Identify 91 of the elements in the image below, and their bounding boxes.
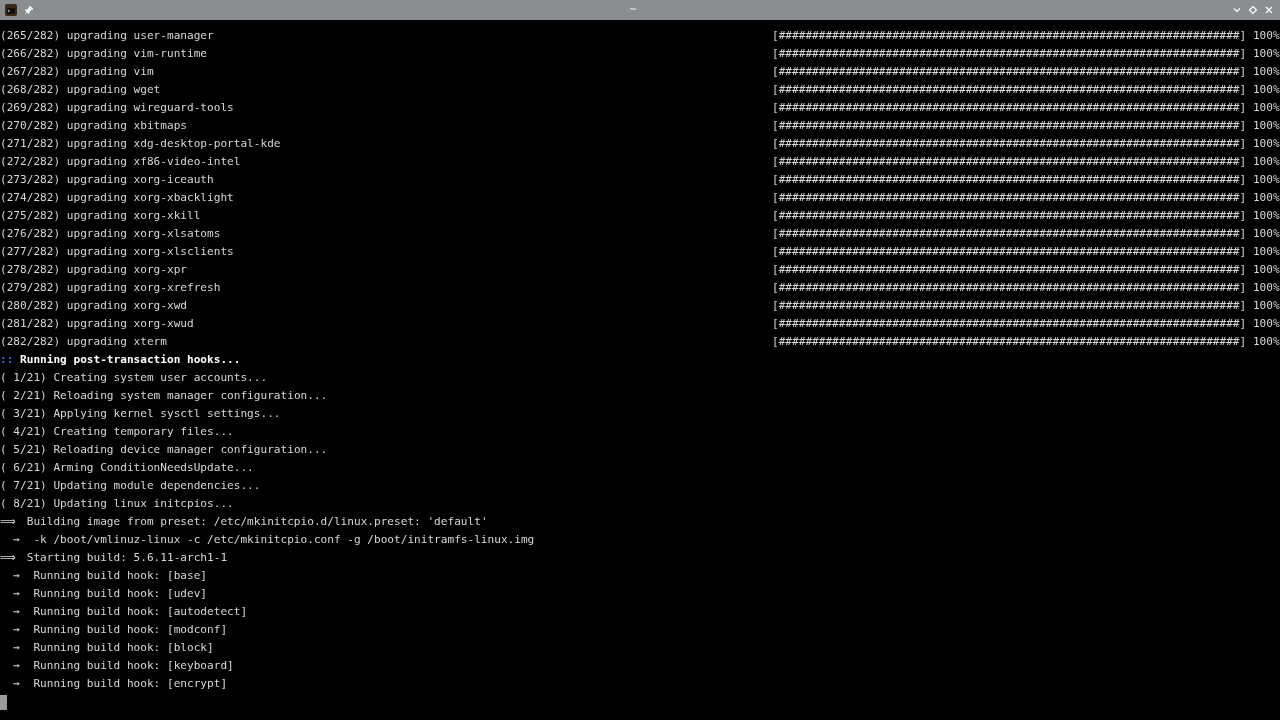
close-icon[interactable] [1264, 5, 1274, 15]
terminal-line: (267/282) upgrading vim [0, 64, 155, 80]
terminal-line: Starting build: 5.6.11-arch1-1 [26, 550, 228, 566]
progress-bar-text: [#####################################################################] [772, 154, 1247, 170]
progress-percent: 100% [1252, 172, 1280, 188]
terminal-line: ( 6/21) Arming ConditionNeedsUpdate... [0, 460, 254, 476]
terminal-line: Running build hook: [udev] [33, 586, 208, 602]
progress-bar-text: [#####################################################################] [772, 100, 1247, 116]
pin-icon[interactable] [24, 5, 34, 15]
terminal-line: (278/282) upgrading xorg-xpr [0, 262, 188, 278]
progress-percent: 100% [1252, 46, 1280, 62]
progress-bar-text: [#####################################################################] [772, 172, 1247, 188]
progress-percent: 100% [1252, 298, 1280, 314]
terminal-line: Running build hook: [modconf] [33, 622, 228, 638]
progress-percent: 100% [1252, 262, 1280, 278]
arrow-marker: → [13, 532, 22, 548]
terminal-line: Running build hook: [autodetect] [33, 604, 248, 620]
terminal-line: Building image from preset: /etc/mkinitcpio.d/linux.preset: 'default' [26, 514, 488, 530]
arrow-marker: → [13, 640, 22, 656]
terminal-line: (279/282) upgrading xorg-xrefresh [0, 280, 222, 296]
progress-bar-text: [#####################################################################] [772, 82, 1247, 98]
progress-percent: 100% [1252, 244, 1280, 260]
arrow-marker: → [13, 676, 22, 692]
progress-bar-text: [#####################################################################] [772, 280, 1247, 296]
terminal-line: Running build hook: [base] [33, 568, 208, 584]
arrow-marker: → [13, 586, 22, 602]
terminal-line: (272/282) upgrading xf86-video-intel [0, 154, 242, 170]
progress-percent: 100% [1252, 82, 1280, 98]
terminal-app-icon[interactable] [4, 3, 18, 17]
arrow-marker: ⟹ [0, 514, 17, 530]
prompt-marker: :: [0, 352, 15, 368]
progress-percent: 100% [1252, 100, 1280, 116]
diamond-icon[interactable] [1248, 5, 1258, 15]
terminal-line: (276/282) upgrading xorg-xlsatoms [0, 226, 222, 242]
terminal-line: ( 1/21) Creating system user accounts... [0, 370, 268, 386]
terminal-line: ( 5/21) Reloading device manager configuration... [0, 442, 328, 458]
progress-percent: 100% [1252, 154, 1280, 170]
progress-bar-text: [#####################################################################] [772, 28, 1247, 44]
arrow-marker: → [13, 604, 22, 620]
progress-bar-text: [#####################################################################] [772, 334, 1247, 350]
terminal-line: ( 4/21) Creating temporary files... [0, 424, 234, 440]
terminal-line: Running build hook: [keyboard] [33, 658, 234, 674]
progress-percent: 100% [1252, 64, 1280, 80]
terminal-line: Running build hook: [block] [33, 640, 214, 656]
terminal-line: (271/282) upgrading xdg-desktop-portal-kde [0, 136, 282, 152]
terminal-line: (266/282) upgrading vim-runtime [0, 46, 209, 62]
progress-percent: 100% [1252, 316, 1280, 332]
terminal-line: (270/282) upgrading xbitmaps [0, 118, 188, 134]
arrow-marker: ⟹ [0, 550, 17, 566]
terminal-line: (268/282) upgrading wget [0, 82, 162, 98]
chevron-down-icon[interactable] [1232, 5, 1242, 15]
terminal-line: ( 2/21) Reloading system manager configuration... [0, 388, 328, 404]
progress-percent: 100% [1252, 208, 1280, 224]
progress-percent: 100% [1252, 136, 1280, 152]
progress-bar-text: [#####################################################################] [772, 190, 1247, 206]
terminal-line: (274/282) upgrading xorg-xbacklight [0, 190, 235, 206]
terminal-line: (273/282) upgrading xorg-iceauth [0, 172, 215, 188]
progress-bar-text: [#####################################################################] [772, 226, 1247, 242]
terminal-line: ( 7/21) Updating module dependencies... [0, 478, 261, 494]
progress-bar-text: [#####################################################################] [772, 298, 1247, 314]
terminal-cursor [0, 694, 7, 710]
progress-bar-text: [#####################################################################] [772, 262, 1247, 278]
arrow-marker: → [13, 622, 22, 638]
terminal-line: (277/282) upgrading xorg-xlsclients [0, 244, 235, 260]
terminal-line: (269/282) upgrading wireguard-tools [0, 100, 235, 116]
window-title: ~ [629, 1, 637, 18]
progress-percent: 100% [1252, 226, 1280, 242]
terminal-line: (282/282) upgrading xterm [0, 334, 168, 350]
terminal-line: ( 8/21) Updating linux initcpios... [0, 496, 234, 512]
terminal-line: ( 3/21) Applying kernel sysctl settings... [0, 406, 281, 422]
terminal-line: (265/282) upgrading user-manager [0, 28, 215, 44]
terminal-line: Running post-transaction hooks... [20, 352, 241, 368]
terminal-line: (281/282) upgrading xorg-xwud [0, 316, 195, 332]
progress-bar-text: [#####################################################################] [772, 64, 1247, 80]
progress-bar-text: [#####################################################################] [772, 118, 1247, 134]
progress-bar-text: [#####################################################################] [772, 208, 1247, 224]
progress-percent: 100% [1252, 118, 1280, 134]
terminal-line: (280/282) upgrading xorg-xwd [0, 298, 188, 314]
progress-percent: 100% [1252, 190, 1280, 206]
progress-bar-text: [#####################################################################] [772, 316, 1247, 332]
progress-percent: 100% [1252, 280, 1280, 296]
progress-bar-text: [#####################################################################] [772, 136, 1247, 152]
progress-percent: 100% [1252, 334, 1280, 350]
progress-bar-text: [#####################################################################] [772, 46, 1247, 62]
arrow-marker: → [13, 658, 22, 674]
arrow-marker: → [13, 568, 22, 584]
terminal-line: -k /boot/vmlinuz-linux -c /etc/mkinitcpio.conf -g /boot/initramfs-linux.img [33, 532, 535, 548]
terminal-line: (275/282) upgrading xorg-xkill [0, 208, 202, 224]
terminal-line: Running build hook: [encrypt] [33, 676, 228, 692]
progress-percent: 100% [1252, 28, 1280, 44]
progress-bar-text: [#####################################################################] [772, 244, 1247, 260]
